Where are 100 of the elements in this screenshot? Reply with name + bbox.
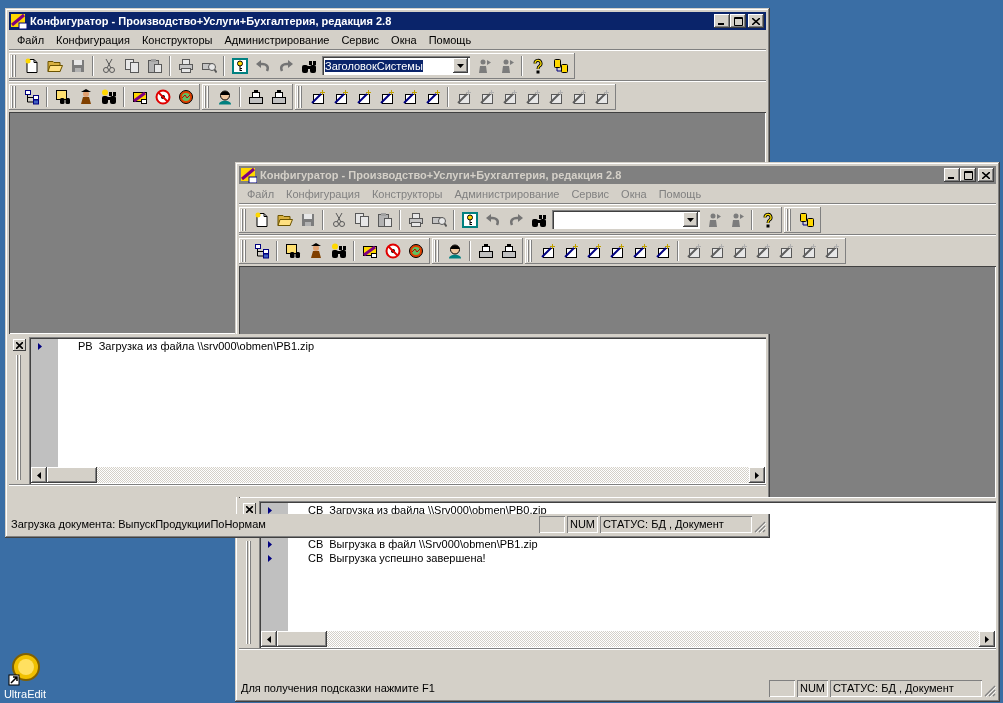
message-source: СВ [308, 538, 324, 550]
maximize-button[interactable] [960, 168, 976, 182]
maximize-icon [733, 16, 743, 26]
scroll-right-button[interactable] [749, 467, 765, 483]
wand-icon [539, 242, 556, 259]
head-icon [216, 88, 233, 105]
dropdown-arrow-icon [687, 217, 694, 222]
toolbar-gripper[interactable] [11, 85, 17, 108]
toolbar-gripper[interactable] [786, 208, 792, 231]
close-button[interactable] [748, 14, 764, 28]
message-text: Выгрузка успешно завершена! [329, 552, 486, 564]
message-source: СВ [308, 552, 324, 564]
horizontal-scrollbar[interactable] [261, 631, 995, 647]
gauge-icon [177, 88, 194, 105]
toolbar-gripper[interactable] [434, 239, 440, 262]
wand-icon [424, 88, 441, 105]
wand-icon [608, 242, 625, 259]
wand-icon [570, 88, 587, 105]
status-panel [768, 679, 795, 697]
left-arrow-icon [267, 635, 271, 643]
wand-icon [708, 242, 725, 259]
panel-gripper[interactable] [246, 541, 252, 644]
panel-gripper[interactable] [16, 355, 22, 480]
binoculars-icon [100, 88, 117, 105]
no-sign-icon [154, 88, 171, 105]
scissors-icon [100, 57, 117, 74]
minimize-button[interactable] [944, 168, 960, 182]
menu-item[interactable]: Администрирование [218, 33, 336, 46]
message-source: РВ [78, 340, 93, 352]
gauge-icon [407, 242, 424, 259]
wand-icon [562, 242, 579, 259]
menu-item[interactable]: Конструкторы [135, 33, 219, 46]
toolbar-gripper[interactable] [11, 54, 17, 77]
maximize-button[interactable] [730, 14, 746, 28]
horizontal-scrollbar[interactable] [31, 467, 765, 483]
scrollbar-thumb[interactable] [277, 631, 327, 647]
clipboard-icon [146, 57, 163, 74]
right-arrow-icon [755, 471, 759, 479]
status-text: Загрузка документа: ВыпускПродукцииПоНормам [10, 518, 267, 530]
toolbar-gripper[interactable] [204, 85, 210, 108]
form-binoculars-icon [284, 242, 301, 259]
scroll-left-button[interactable] [31, 467, 47, 483]
row-marker-icon [268, 554, 272, 562]
scissors-icon [330, 211, 347, 228]
toolbar-gripper[interactable] [241, 208, 247, 231]
wand-icon [654, 242, 671, 259]
undo-icon [484, 211, 501, 228]
app-shortcut-icon[interactable] [8, 652, 42, 686]
toolbar-gripper[interactable] [241, 239, 247, 262]
wand-icon [455, 88, 472, 105]
row-marker-icon [268, 540, 272, 548]
wand-icon [332, 88, 349, 105]
scroll-right-button[interactable] [979, 631, 995, 647]
wand-icon [777, 242, 794, 259]
menu-item[interactable]: Сервис [335, 33, 386, 46]
menu-item[interactable]: Помощь [422, 33, 478, 46]
new-document-icon [23, 57, 40, 74]
binoculars-icon [330, 242, 347, 259]
wand-icon [631, 242, 648, 259]
resize-grip-icon[interactable] [984, 685, 996, 697]
wand-icon [585, 242, 602, 259]
icon-label: UltraEdit [3, 688, 47, 700]
copy-icon [123, 57, 140, 74]
wand-icon [378, 88, 395, 105]
printer-icon [407, 211, 424, 228]
scrollbar-thumb[interactable] [47, 467, 97, 483]
combo-box[interactable]: ЗаголовокСистемы [322, 56, 470, 75]
close-icon [245, 505, 253, 513]
combo-box[interactable] [552, 210, 700, 229]
redo-icon [277, 57, 294, 74]
toolbar-gripper[interactable] [527, 239, 533, 262]
left-arrow-icon [37, 471, 41, 479]
status-panel [538, 515, 565, 533]
window-title: Конфигуратор - Производство+Услуги+Бухгалтерия, редакция 2.8 [30, 15, 393, 27]
message-text: Загрузка из файла \\srv000\obmen\PB1.zip [98, 340, 315, 352]
message-source: СВ [308, 504, 324, 516]
app-icon [241, 167, 257, 183]
close-panel-button[interactable] [242, 503, 256, 515]
menu-item[interactable]: Окна [385, 33, 423, 46]
close-button[interactable] [978, 168, 994, 182]
row-marker-icon [38, 342, 42, 350]
maximize-icon [963, 170, 973, 180]
key-icon [231, 57, 248, 74]
status-indicator: СТАТУС: БД , Документ [830, 679, 982, 697]
status-text: Для получения подсказки нажмите F1 [240, 682, 436, 694]
close-icon [982, 171, 990, 179]
cylinders-icon [552, 57, 569, 74]
wand-icon [547, 88, 564, 105]
menu-item[interactable]: Конфигурация [50, 33, 136, 46]
tree-icon [253, 242, 270, 259]
menu-item[interactable]: Файл [11, 33, 51, 46]
resize-grip-icon[interactable] [754, 521, 766, 533]
right-arrow-icon [985, 635, 989, 643]
toolbar-gripper[interactable] [297, 85, 303, 108]
num-indicator: NUM [796, 679, 828, 697]
close-icon [15, 341, 23, 349]
close-panel-button[interactable] [12, 339, 26, 351]
scroll-left-button[interactable] [261, 631, 277, 647]
minimize-button[interactable] [714, 14, 730, 28]
redo-icon [507, 211, 524, 228]
